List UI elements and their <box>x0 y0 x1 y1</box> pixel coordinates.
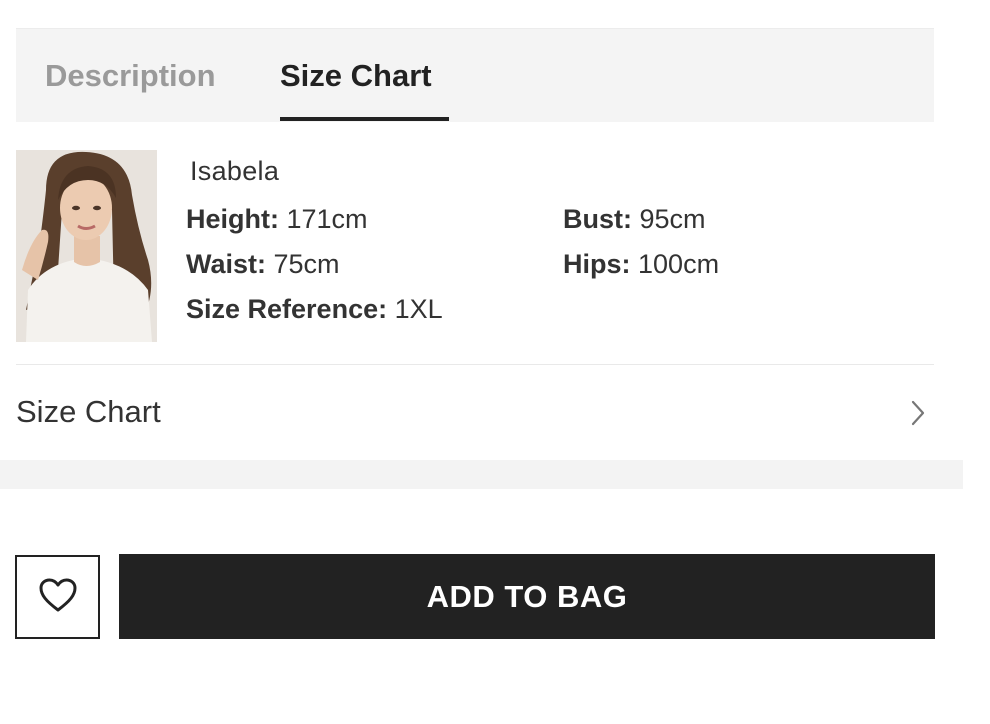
add-to-bag-label: ADD TO BAG <box>426 578 628 614</box>
stat-bust-value: 95cm <box>639 204 706 234</box>
stat-bust: Bust: 95cm <box>563 204 706 235</box>
model-name: Isabela <box>190 156 280 186</box>
stat-bust-label: Bust: <box>563 204 632 234</box>
add-to-bag-button[interactable]: ADD TO BAG <box>119 554 935 639</box>
stat-size-reference-value: 1XL <box>394 294 443 324</box>
stat-hips-label: Hips: <box>563 249 631 279</box>
section-divider <box>0 460 963 489</box>
chevron-right-icon <box>910 399 926 432</box>
stat-height-label: Height: <box>186 204 279 234</box>
model-photo <box>16 150 157 342</box>
size-chart-link[interactable]: Size Chart <box>16 366 934 458</box>
stat-hips: Hips: 100cm <box>563 249 719 280</box>
stat-size-reference: Size Reference: 1XL <box>186 294 443 325</box>
stat-waist: Waist: 75cm <box>186 249 340 280</box>
wishlist-button[interactable] <box>15 555 100 639</box>
tab-bar: Description Size Chart <box>16 28 934 122</box>
model-info: Isabela Height: 171cm Waist: 75cm Size R… <box>16 150 934 365</box>
stat-height-value: 171cm <box>286 204 368 234</box>
stat-waist-label: Waist: <box>186 249 266 279</box>
tab-size-chart[interactable]: Size Chart <box>280 29 432 123</box>
product-detail-page: Description Size Chart Isabela Height: 1… <box>0 0 990 724</box>
stat-height: Height: 171cm <box>186 204 368 235</box>
heart-icon <box>38 577 78 618</box>
stat-hips-value: 100cm <box>638 249 720 279</box>
stat-waist-value: 75cm <box>273 249 340 279</box>
size-chart-label: Size Chart <box>16 394 161 429</box>
active-tab-indicator <box>280 117 449 121</box>
tab-description[interactable]: Description <box>45 29 216 123</box>
stat-size-reference-label: Size Reference: <box>186 294 388 324</box>
